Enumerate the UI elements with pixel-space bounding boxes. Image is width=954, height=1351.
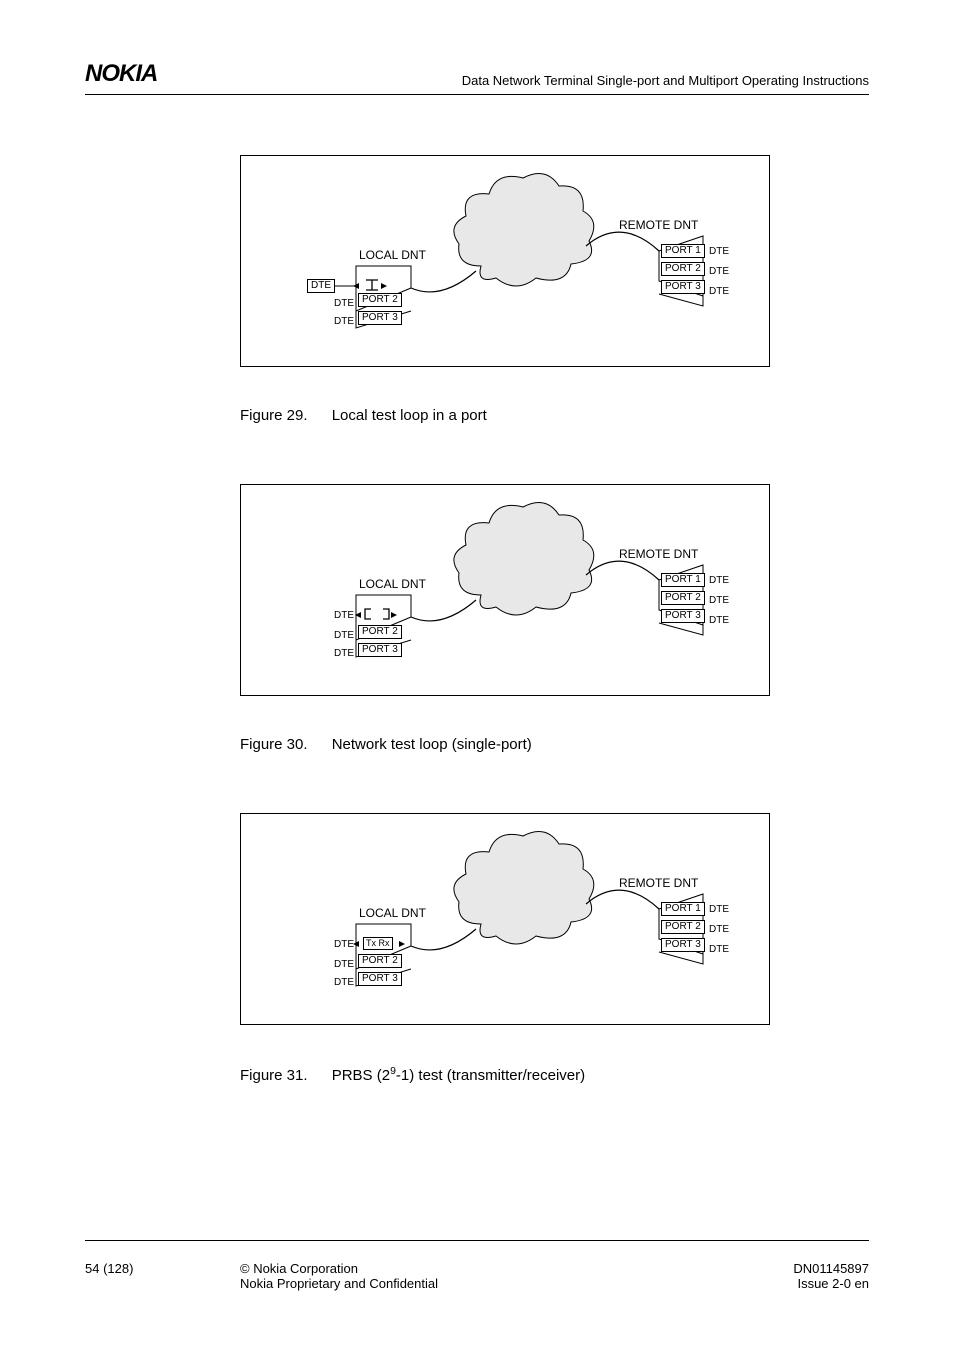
txrx-box: Tx Rx: [363, 937, 393, 950]
page-number: 54 (128): [85, 1261, 133, 1291]
remote-dte-3: DTE: [709, 944, 729, 955]
remote-port1: PORT 1: [661, 902, 705, 916]
local-port3: PORT 3: [358, 643, 402, 657]
local-dnt-label: LOCAL DNT: [359, 577, 426, 591]
confidential: Nokia Proprietary and Confidential: [240, 1276, 438, 1291]
figure-29-caption: Figure 29. Local test loop in a port: [240, 407, 770, 424]
figure-29-text: Local test loop in a port: [332, 407, 487, 424]
figure-30-text: Network test loop (single-port): [332, 736, 532, 753]
figure-30-caption: Figure 30. Network test loop (single-por…: [240, 736, 770, 753]
remote-dte-3: DTE: [709, 286, 729, 297]
figure-31-text-pre: PRBS (2: [332, 1067, 390, 1084]
local-dte-3: DTE: [334, 316, 354, 327]
remote-dnt-label: REMOTE DNT: [619, 218, 698, 232]
issue: Issue 2-0 en: [793, 1276, 869, 1291]
page-header: NOKIA Data Network Terminal Single-port …: [85, 60, 869, 95]
remote-port3: PORT 3: [661, 938, 705, 952]
page-footer: 54 (128) © Nokia Corporation Nokia Propr…: [85, 1261, 869, 1291]
main-content: LOCAL DNT REMOTE DNT DTE PORT 2 PORT 3 D…: [240, 155, 770, 1144]
remote-dnt-label: REMOTE DNT: [619, 547, 698, 561]
local-dte-1: DTE: [334, 610, 354, 621]
figure-30-diagram: LOCAL DNT REMOTE DNT DTE PORT 2 PORT 3 D…: [240, 484, 770, 696]
copyright: © Nokia Corporation: [240, 1261, 438, 1276]
local-port3: PORT 3: [358, 311, 402, 325]
local-port2: PORT 2: [358, 293, 402, 307]
remote-port3: PORT 3: [661, 280, 705, 294]
local-port2: PORT 2: [358, 625, 402, 639]
local-dnt-label: LOCAL DNT: [359, 248, 426, 262]
remote-port2: PORT 2: [661, 591, 705, 605]
doc-number: DN01145897: [793, 1261, 869, 1276]
local-dte-2: DTE: [334, 298, 354, 309]
local-port2: PORT 2: [358, 954, 402, 968]
figure-31-diagram: LOCAL DNT REMOTE DNT DTE Tx Rx PORT 2 PO…: [240, 813, 770, 1025]
local-dte-3: DTE: [334, 977, 354, 988]
local-dte-3: DTE: [334, 648, 354, 659]
remote-port1: PORT 1: [661, 573, 705, 587]
remote-dte-2: DTE: [709, 266, 729, 277]
brand-logo: NOKIA: [85, 60, 157, 88]
footer-rule: [85, 1240, 869, 1241]
figure-31-num: Figure 31.: [240, 1067, 308, 1084]
figure-29-num: Figure 29.: [240, 407, 308, 424]
remote-dte-2: DTE: [709, 924, 729, 935]
remote-port2: PORT 2: [661, 262, 705, 276]
local-dte-2: DTE: [334, 959, 354, 970]
local-dte-1: DTE: [334, 939, 354, 950]
remote-dte-1: DTE: [709, 904, 729, 915]
remote-port1: PORT 1: [661, 244, 705, 258]
remote-port3: PORT 3: [661, 609, 705, 623]
local-dnt-label: LOCAL DNT: [359, 906, 426, 920]
figure-29-diagram: LOCAL DNT REMOTE DNT DTE PORT 2 PORT 3 D…: [240, 155, 770, 367]
local-port3: PORT 3: [358, 972, 402, 986]
local-dte-2: DTE: [334, 630, 354, 641]
remote-dte-1: DTE: [709, 575, 729, 586]
remote-port2: PORT 2: [661, 920, 705, 934]
remote-dte-3: DTE: [709, 615, 729, 626]
remote-dte-2: DTE: [709, 595, 729, 606]
doc-title: Data Network Terminal Single-port and Mu…: [462, 73, 869, 88]
dte-box: DTE: [307, 279, 335, 293]
remote-dnt-label: REMOTE DNT: [619, 876, 698, 890]
figure-31-caption: Figure 31. PRBS (29-1) test (transmitter…: [240, 1065, 770, 1084]
figure-31-text-post: -1) test (transmitter/receiver): [396, 1067, 585, 1084]
remote-dte-1: DTE: [709, 246, 729, 257]
figure-30-num: Figure 30.: [240, 736, 308, 753]
